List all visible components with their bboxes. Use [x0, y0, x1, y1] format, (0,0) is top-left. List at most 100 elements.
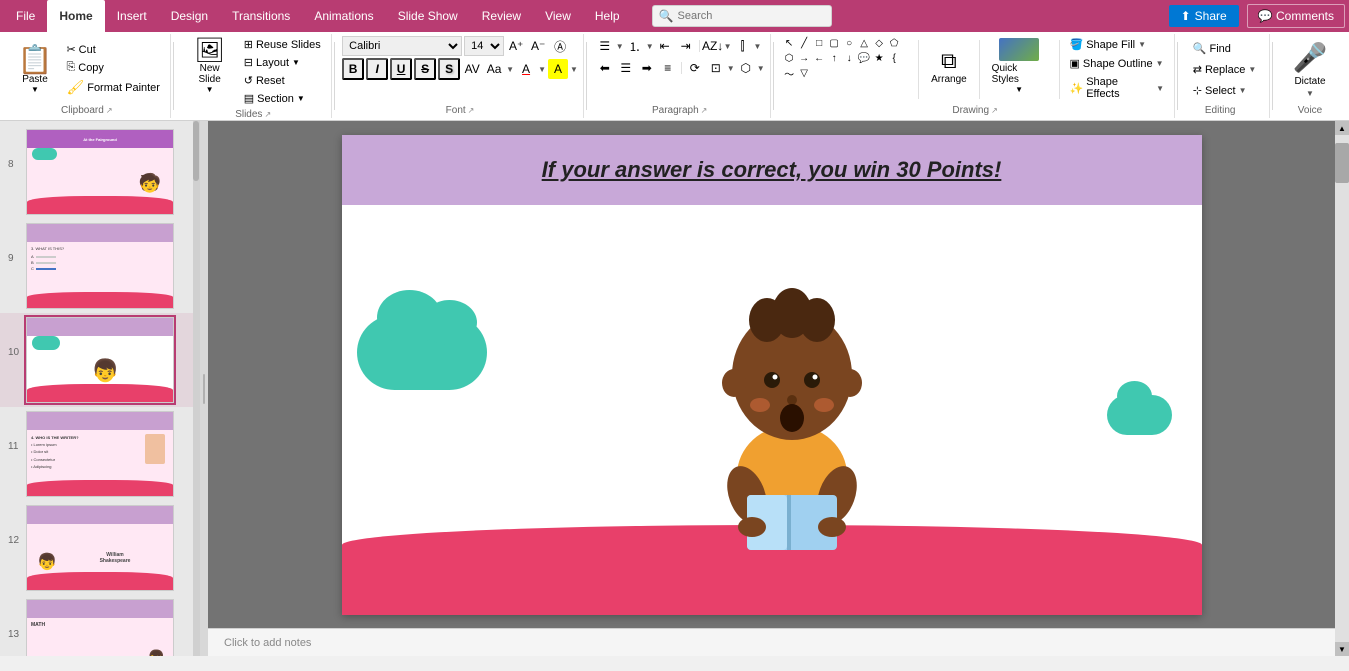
replace-button[interactable]: ⇄ Replace ▼ [1187, 60, 1263, 79]
numbering-dropdown[interactable]: ▼ [646, 42, 654, 51]
tab-design[interactable]: Design [159, 0, 220, 32]
change-case-button[interactable]: Aa [484, 59, 504, 79]
decrease-indent-button[interactable]: ⇤ [655, 36, 675, 56]
slides-expand-icon[interactable]: ↗ [264, 110, 271, 119]
format-painter-button[interactable]: 🖌 Format Painter [62, 77, 164, 98]
sort-dropdown[interactable]: ▼ [724, 42, 732, 51]
select-dropdown[interactable]: ▼ [1239, 86, 1247, 95]
columns-dropdown[interactable]: ▼ [754, 42, 762, 51]
slide-panel[interactable]: 8 At the Fairground 🧒 9 [0, 121, 200, 656]
strikethrough-button[interactable]: S [414, 58, 436, 80]
justify-button[interactable]: ≡ [658, 58, 678, 78]
shape-fill-dropdown[interactable]: ▼ [1138, 40, 1146, 49]
new-slide-arrow[interactable]: ▼ [206, 85, 214, 94]
bullets-button[interactable]: ☰ [595, 36, 615, 56]
text-direction-button[interactable]: ⟳ [685, 58, 705, 78]
font-size-select[interactable]: 14 [464, 36, 504, 56]
slide-canvas[interactable]: If your answer is correct, you win 30 Po… [342, 135, 1202, 615]
shape-hex[interactable]: ⬡ [782, 51, 796, 65]
tab-review[interactable]: Review [470, 0, 533, 32]
shape-line[interactable]: ╱ [797, 36, 811, 50]
section-button[interactable]: ▤ Section ▼ [240, 90, 325, 107]
align-center-button[interactable]: ☰ [616, 58, 636, 78]
cut-button[interactable]: ✂ Cut [62, 41, 164, 58]
section-dropdown[interactable]: ▼ [297, 94, 305, 103]
underline-button[interactable]: U [390, 58, 412, 80]
shape-arrow-u[interactable]: ↑ [827, 51, 841, 65]
align-right-button[interactable]: ➡ [637, 58, 657, 78]
comments-button[interactable]: 💬 Comments [1247, 4, 1345, 28]
shape-arrow-r[interactable]: → [797, 51, 811, 65]
paragraph-expand-icon[interactable]: ↗ [701, 106, 708, 115]
shape-outline-button[interactable]: ▣ Shape Outline ▼ [1065, 55, 1168, 72]
clear-format-button[interactable]: Ⓐ [550, 36, 570, 56]
layout-dropdown[interactable]: ▼ [292, 58, 300, 67]
paste-dropdown-icon[interactable]: ▼ [31, 85, 39, 94]
layout-button[interactable]: ⊟ Layout ▼ [240, 54, 325, 71]
copy-button[interactable]: ⎘ Copy [62, 59, 164, 76]
quick-styles-dropdown[interactable]: ▼ [1015, 85, 1023, 94]
shape-wave[interactable]: 〜 [782, 66, 796, 80]
slide-panel-scrollbar[interactable] [193, 121, 199, 656]
tab-transitions[interactable]: Transitions [220, 0, 302, 32]
align-text-button[interactable]: ⊡ [706, 58, 726, 78]
slide-thumbnail-13[interactable]: 13 MATH 👦 [0, 595, 199, 656]
shape-pentagon[interactable]: ⬠ [887, 36, 901, 50]
align-left-button[interactable]: ⬅ [595, 58, 615, 78]
scroll-down-button[interactable]: ▼ [1335, 642, 1349, 656]
shape-diamond[interactable]: ◇ [872, 36, 886, 50]
scroll-thumb[interactable] [1335, 143, 1349, 183]
arrange-button[interactable]: ⧉ Arrange [925, 36, 973, 96]
font-expand-icon[interactable]: ↗ [468, 106, 475, 115]
shape-effects-button[interactable]: ✨ Shape Effects ▼ [1065, 74, 1168, 102]
tab-view[interactable]: View [533, 0, 583, 32]
shape-rect[interactable]: □ [812, 36, 826, 50]
tab-slideshow[interactable]: Slide Show [386, 0, 470, 32]
slide-thumbnail-11[interactable]: 11 4. WHO IS THE WRITER? • Lorem ipsum •… [0, 407, 199, 501]
clipboard-expand-icon[interactable]: ↗ [106, 106, 113, 115]
change-case-dropdown[interactable]: ▼ [506, 65, 514, 74]
numbering-button[interactable]: ⒈ [625, 36, 645, 56]
find-button[interactable]: 🔍 Find [1187, 39, 1263, 58]
font-color-button[interactable]: A [516, 59, 536, 79]
slide-thumbnail-9[interactable]: 9 3. WHAT IS THIS? A B C [0, 219, 199, 313]
tab-animations[interactable]: Animations [302, 0, 385, 32]
slide-thumbnail-8[interactable]: 8 At the Fairground 🧒 [0, 125, 199, 219]
font-grow-button[interactable]: A⁺ [506, 36, 526, 56]
select-button[interactable]: ⊹ Select ▼ [1187, 81, 1263, 100]
slide-thumbnail-12[interactable]: 12 WilliamShakespeare 👦 [0, 501, 199, 595]
share-button[interactable]: ⬆ Share [1169, 5, 1239, 27]
align-text-dropdown[interactable]: ▼ [727, 64, 735, 73]
quick-styles-button[interactable]: Quick Styles ▼ [986, 36, 1053, 96]
shape-fill-button[interactable]: 🪣 Shape Fill ▼ [1065, 36, 1168, 53]
highlight-dropdown[interactable]: ▼ [570, 65, 578, 74]
dictate-dropdown[interactable]: ▼ [1306, 89, 1314, 98]
reuse-slides-button[interactable]: ⊞ Reuse Slides [240, 36, 325, 53]
convert-to-smartart-button[interactable]: ⬡ [736, 58, 756, 78]
shape-outline-dropdown[interactable]: ▼ [1156, 59, 1164, 68]
reset-button[interactable]: ↺ Reset [240, 72, 325, 89]
shape-oval[interactable]: ○ [842, 36, 856, 50]
smartart-dropdown[interactable]: ▼ [757, 64, 765, 73]
shape-callout[interactable]: 💬 [857, 51, 871, 65]
shape-effects-dropdown[interactable]: ▼ [1156, 84, 1164, 93]
shape-round-rect[interactable]: ▢ [827, 36, 841, 50]
voice-tools[interactable]: 🎤 Dictate ▼ [1285, 36, 1336, 103]
shape-more[interactable]: ▽ [797, 66, 811, 80]
shape-triangle[interactable]: △ [857, 36, 871, 50]
increase-indent-button[interactable]: ⇥ [676, 36, 696, 56]
right-scrollbar[interactable]: ▲ ▼ [1335, 121, 1349, 656]
panel-resize-handle[interactable] [200, 121, 208, 656]
shape-cursor[interactable]: ↖ [782, 36, 796, 50]
paste-button[interactable]: 📋 Paste ▼ [10, 36, 61, 103]
shape-star[interactable]: ★ [872, 51, 886, 65]
new-slide-button[interactable]: 🖼 New Slide ▼ [182, 36, 238, 96]
search-input[interactable] [678, 10, 798, 22]
bold-button[interactable]: B [342, 58, 364, 80]
char-spacing-button[interactable]: AV [462, 59, 482, 79]
replace-dropdown[interactable]: ▼ [1248, 65, 1256, 74]
tab-home[interactable]: Home [47, 0, 104, 32]
shadow-button[interactable]: S [438, 58, 460, 80]
shape-arrow-l[interactable]: ← [812, 51, 826, 65]
notes-area[interactable]: Click to add notes [208, 628, 1335, 656]
